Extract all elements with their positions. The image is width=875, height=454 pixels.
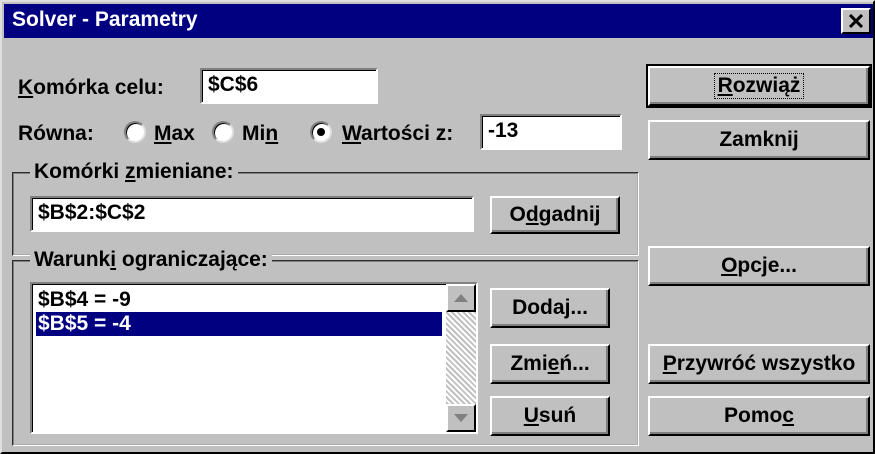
radio-max-label: Max — [154, 122, 195, 145]
close-window-button[interactable] — [841, 8, 871, 34]
value-of-input[interactable]: -13 — [480, 114, 622, 150]
radio-selected-dot — [317, 128, 325, 136]
title-bar[interactable]: Solver - Parametry — [4, 4, 873, 38]
radio-min[interactable] — [212, 121, 234, 143]
add-constraint-button[interactable]: Dodaj... — [490, 288, 610, 328]
target-cell-label: Komórka celu: — [18, 76, 164, 99]
help-button[interactable]: Pomoc — [648, 396, 870, 436]
constraints-list[interactable]: $B$4 = -9 $B$5 = -4 — [30, 282, 478, 434]
constraints-title: Warunki ograniczające: — [30, 248, 272, 272]
equal-to-label: Równa: — [18, 122, 94, 145]
arrow-up-icon — [454, 294, 468, 302]
options-button[interactable]: Opcje... — [648, 246, 870, 286]
changing-cells-input[interactable]: $B$2:$C$2 — [30, 196, 474, 232]
scroll-down-button[interactable] — [446, 404, 476, 432]
target-cell-input[interactable]: $C$6 — [200, 68, 378, 104]
scroll-up-button[interactable] — [446, 284, 476, 312]
window-title: Solver - Parametry — [12, 8, 198, 31]
radio-value-of-label: Wartości z: — [342, 122, 454, 145]
close-icon — [848, 14, 864, 28]
reset-all-button[interactable]: Przywróć wszystko — [648, 344, 870, 384]
radio-value-of[interactable] — [310, 121, 332, 143]
solve-button[interactable]: Rozwiąż — [646, 64, 872, 108]
close-button[interactable]: Zamknij — [648, 120, 870, 160]
list-item-selected[interactable]: $B$5 = -4 — [36, 312, 442, 336]
guess-button[interactable]: Odgadnij — [490, 196, 620, 234]
solver-dialog: Solver - Parametry Komórka celu: $C$6 Ró… — [0, 0, 875, 454]
list-item[interactable]: $B$4 = -9 — [36, 288, 442, 312]
constraints-scrollbar[interactable] — [446, 284, 476, 432]
radio-min-label: Min — [242, 122, 279, 145]
radio-max[interactable] — [124, 121, 146, 143]
change-constraint-button[interactable]: Zmień... — [490, 344, 610, 384]
changing-cells-title: Komórki zmieniane: — [30, 160, 238, 184]
arrow-down-icon — [454, 414, 468, 422]
delete-constraint-button[interactable]: Usuń — [490, 396, 610, 436]
